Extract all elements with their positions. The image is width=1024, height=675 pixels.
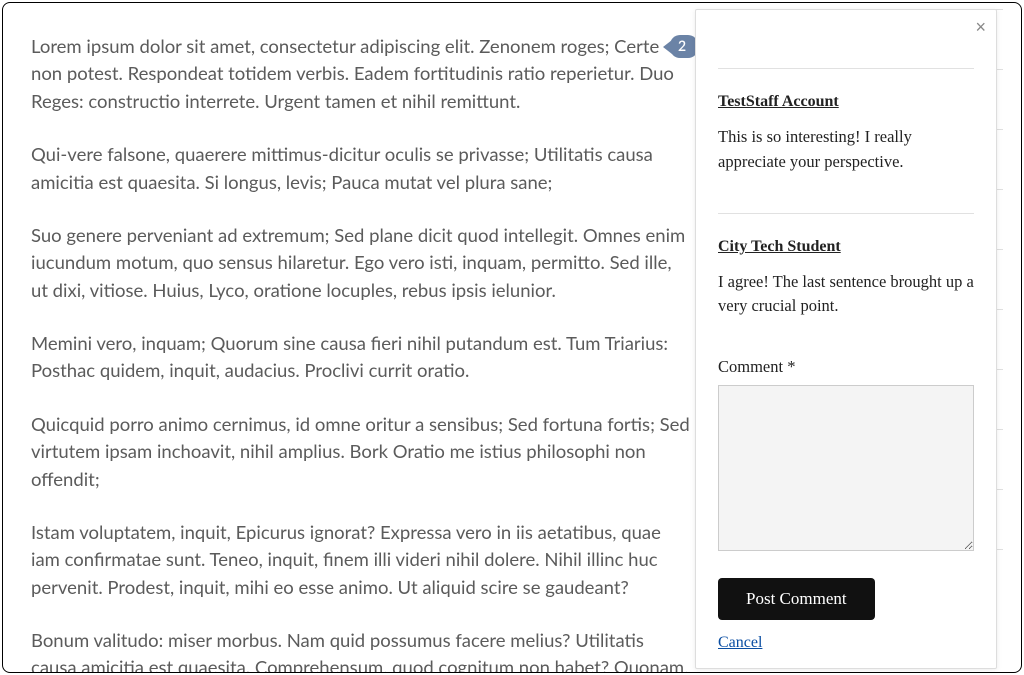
paragraph: Suo genere perveniant ad extremum; Sed p… [31, 222, 691, 304]
paragraph: Memini vero, inquam; Quorum sine causa f… [31, 330, 691, 385]
article-body: Lorem ipsum dolor sit amet, consectetur … [31, 33, 691, 673]
close-button[interactable]: × [975, 18, 986, 36]
paragraph: Bonum valitudo: miser morbus. Nam quid p… [31, 627, 691, 673]
post-comment-button[interactable]: Post Comment [718, 578, 875, 620]
comment-author[interactable]: TestStaff Account [718, 93, 839, 111]
comment-item: City Tech Student I agree! The last sent… [718, 213, 974, 320]
comment-item: TestStaff Account This is so interesting… [718, 68, 974, 175]
comments-panel: × TestStaff Account This is so interesti… [695, 9, 997, 669]
paragraph: Qui-vere falsone, quaerere mittimus-dici… [31, 141, 691, 196]
comment-textarea[interactable] [718, 385, 974, 551]
comments-panel-inner: TestStaff Account This is so interesting… [696, 10, 996, 672]
paragraph: Quicquid porro animo cernimus, id omne o… [31, 411, 691, 493]
paragraph: Istam voluptatem, inquit, Epicurus ignor… [31, 519, 691, 601]
comment-text: This is so interesting! I really appreci… [718, 125, 974, 175]
badge-count: 2 [670, 35, 698, 58]
comment-field-label: Comment * [718, 357, 974, 377]
cancel-link[interactable]: Cancel [718, 634, 762, 652]
paragraph: Lorem ipsum dolor sit amet, consectetur … [31, 33, 691, 115]
comment-count-badge[interactable]: 2 [663, 35, 698, 58]
comment-text: I agree! The last sentence brought up a … [718, 270, 974, 320]
comment-author[interactable]: City Tech Student [718, 238, 841, 256]
app-frame: Lorem ipsum dolor sit amet, consectetur … [2, 2, 1022, 673]
